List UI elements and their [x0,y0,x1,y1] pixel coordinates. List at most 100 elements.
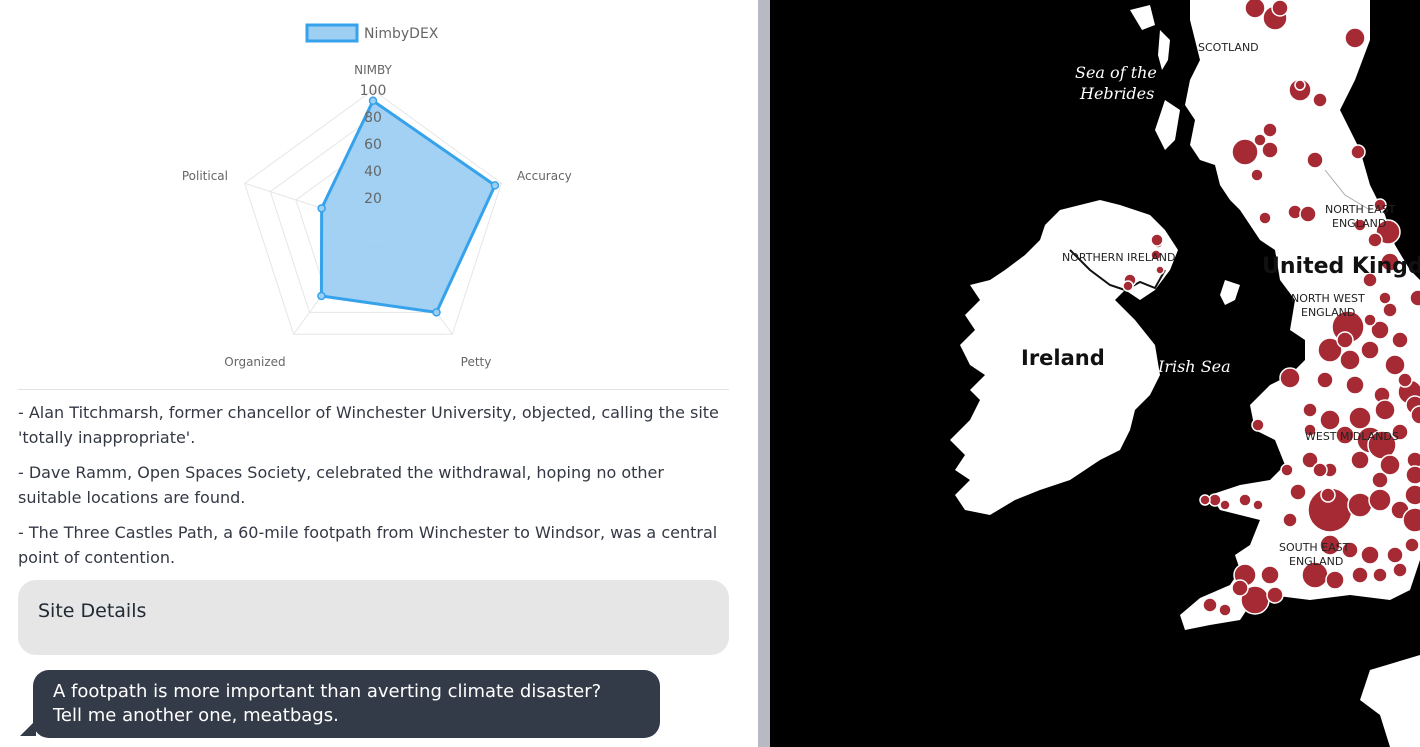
site-details-label: Site Details [38,600,147,622]
map-site-marker[interactable] [1405,465,1420,485]
map-site-marker[interactable] [1319,409,1341,431]
map-site-marker[interactable] [1202,597,1218,613]
chart-legend[interactable]: NimbyDEX [305,23,439,43]
chat-bubble: A footpath is more important than averti… [33,670,660,738]
map-site-marker[interactable] [1360,340,1380,360]
site-details-toggle[interactable]: Site Details [18,580,729,655]
map-site-marker[interactable] [1302,402,1318,418]
map-site-marker[interactable] [1397,372,1413,388]
map-site-marker[interactable] [1363,313,1377,327]
map-site-marker[interactable] [1279,367,1301,389]
map-site-marker[interactable] [1294,79,1306,91]
radar-point-political[interactable] [317,204,326,213]
map-site-marker[interactable] [1262,122,1278,138]
map-site-marker[interactable] [1336,331,1354,349]
map-site-marker[interactable] [1250,168,1264,182]
map-site-marker[interactable] [1404,484,1420,506]
region-label: NORTH WEST [1291,292,1365,305]
map-site-marker[interactable] [1392,562,1408,578]
map-site-marker[interactable] [1252,499,1264,511]
map-site-marker[interactable] [1289,483,1307,501]
map-site-marker[interactable] [1350,450,1370,470]
map-site-marker[interactable] [1231,579,1249,597]
map-site-marker[interactable] [1384,354,1406,376]
map-site-marker[interactable] [1260,565,1280,585]
map-site-marker[interactable] [1345,375,1365,395]
radar-point-organized[interactable] [317,291,326,301]
map-site-marker[interactable] [1306,151,1324,169]
region-label: ENGLAND [1289,555,1343,568]
map-site-marker[interactable] [1199,494,1211,506]
radar-axis-label-accuracy: Accuracy [517,169,572,183]
map-site-marker[interactable] [1258,211,1272,225]
map-site-marker[interactable] [1312,462,1328,478]
map-site-marker[interactable] [1150,233,1164,247]
map-canvas[interactable]: Sea of the Hebrides SCOTLAND NORTH EAST … [770,0,1420,747]
map-site-marker[interactable] [1325,570,1345,590]
map-site-marker[interactable] [1386,546,1404,564]
region-label: SOUTH EAST [1279,541,1350,554]
map-view[interactable]: Sea of the Hebrides SCOTLAND NORTH EAST … [770,0,1420,747]
map-site-marker[interactable] [1122,280,1134,292]
radar-point-accuracy[interactable] [490,181,500,190]
region-label: NORTH EAST [1325,203,1396,216]
map-site-marker[interactable] [1312,92,1328,108]
map-site-marker[interactable] [1347,492,1373,518]
map-site-marker[interactable] [1299,205,1317,223]
map-site-marker[interactable] [1378,291,1392,305]
sea-label: Hebrides [1079,84,1154,103]
map-site-marker[interactable] [1374,399,1396,421]
country-label: United Kingdom [1262,254,1420,279]
map-site-marker[interactable] [1372,567,1388,583]
map-site-marker[interactable] [1350,144,1366,160]
sea-label: Irish Sea [1157,357,1231,376]
map-site-marker[interactable] [1371,471,1389,489]
legend-label: NimbyDEX [364,26,439,42]
map-site-marker[interactable] [1261,141,1279,159]
map-site-marker[interactable] [1360,545,1380,565]
map-site-marker[interactable] [1271,0,1289,17]
map-site-marker[interactable] [1280,463,1294,477]
divider-line [18,389,729,390]
note-item: - Alan Titchmarsh, former chancellor of … [18,403,719,447]
region-label: ENGLAND [1301,306,1355,319]
bubble-line: A footpath is more important than averti… [53,681,602,702]
map-site-marker[interactable] [1218,603,1232,617]
map-site-marker[interactable] [1208,493,1222,507]
region-label: NORTHERN IRELAND [1062,251,1175,264]
map-site-marker[interactable] [1409,289,1420,307]
map-site-marker[interactable] [1251,418,1265,432]
map-site-marker[interactable] [1219,499,1231,511]
radar-point-petty[interactable] [432,308,441,317]
map-site-marker[interactable] [1282,512,1298,528]
map-site-marker[interactable] [1367,232,1383,248]
france-coast-shape [1360,655,1420,747]
map-site-marker[interactable] [1244,0,1266,19]
radar-tick-label: 40 [364,164,382,180]
map-site-marker[interactable] [1344,27,1366,49]
note-item: - Dave Ramm, Open Spaces Society, celebr… [18,463,664,507]
map-site-marker[interactable] [1351,566,1369,584]
radar-axis-label-organized: Organized [224,355,285,369]
map-site-marker[interactable] [1238,493,1252,507]
sea-label: Sea of the [1075,63,1157,82]
radar-axis-label-petty: Petty [461,355,492,369]
radar-chart: NimbyDEX 20 40 60 80 100 NIMBY Accuracy Petty O… [182,23,572,369]
map-site-marker[interactable] [1348,406,1372,430]
map-site-marker[interactable] [1382,302,1398,318]
map-site-marker[interactable] [1316,371,1334,389]
panel-splitter[interactable] [758,0,770,747]
map-site-marker[interactable] [1231,138,1259,166]
map-site-marker[interactable] [1266,586,1284,604]
map-site-marker[interactable] [1391,331,1409,349]
radar-axis-label-nimby: NIMBY [354,63,392,77]
map-site-marker[interactable] [1155,265,1165,275]
map-site-marker[interactable] [1368,488,1392,512]
map-site-marker[interactable] [1402,507,1420,533]
map-site-marker[interactable] [1339,349,1361,371]
map-site-marker[interactable] [1404,537,1420,553]
region-label: SCOTLAND [1198,41,1259,54]
map-site-marker[interactable] [1320,487,1336,503]
note-item: - The Three Castles Path, a 60-mile foot… [18,523,718,567]
region-label: WEST MIDLANDS [1305,430,1399,443]
